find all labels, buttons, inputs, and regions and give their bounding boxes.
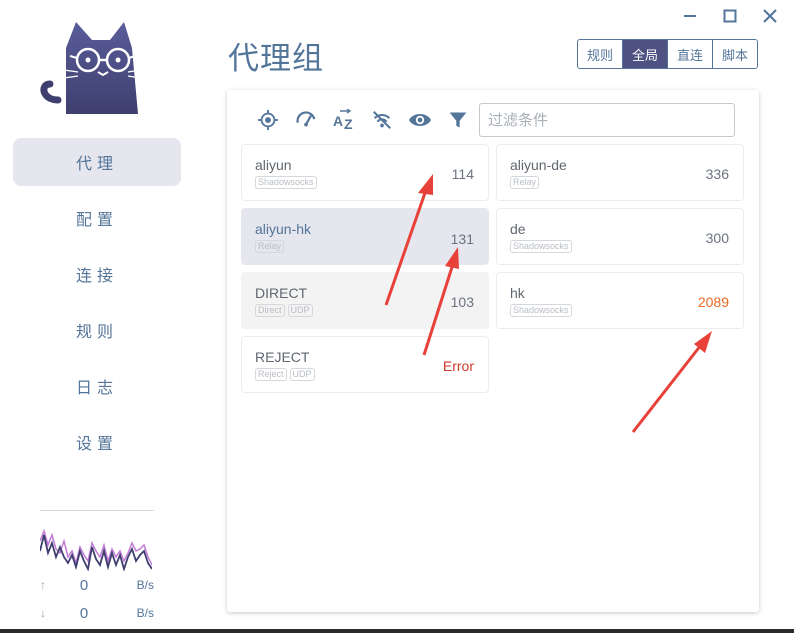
- cat-logo-icon: [40, 18, 144, 118]
- proxy-delay[interactable]: 2089: [698, 294, 729, 310]
- close-icon[interactable]: [760, 6, 780, 26]
- hide-unavailable-icon[interactable]: [363, 102, 401, 138]
- proxy-name: aliyun-hk: [255, 221, 312, 237]
- proxy-name: aliyun: [255, 157, 292, 173]
- minimize-icon[interactable]: [680, 6, 700, 26]
- filter-input[interactable]: [479, 103, 735, 137]
- mode-rule-button[interactable]: 规则: [578, 40, 624, 68]
- proxy-type-tag: Shadowsocks: [255, 176, 317, 189]
- maximize-icon[interactable]: [720, 6, 740, 26]
- proxy-type-tag: Relay: [255, 240, 285, 253]
- arrow-up-icon: ↑: [40, 578, 46, 592]
- udp-tag: UDP: [289, 368, 315, 381]
- traffic-graph: [40, 528, 152, 571]
- speed-test-icon[interactable]: [287, 102, 325, 138]
- proxy-item-reject[interactable]: REJECT Reject UDP Error: [241, 336, 489, 393]
- download-speed: ↓ 0 B/s: [40, 599, 154, 627]
- mode-direct-button[interactable]: 直连: [668, 40, 714, 68]
- mode-script-button[interactable]: 脚本: [713, 40, 758, 68]
- proxy-type-tag: Direct: [255, 304, 285, 317]
- proxy-delay[interactable]: 300: [706, 230, 729, 246]
- proxy-delay[interactable]: 131: [451, 231, 474, 247]
- window-controls: [680, 6, 780, 26]
- download-value: 0: [79, 604, 89, 622]
- sidebar-item-logs[interactable]: 日志: [13, 362, 181, 410]
- proxy-tags: Relay: [255, 240, 475, 253]
- proxy-tags: Direct UDP: [255, 304, 475, 317]
- page-title: 代理组: [228, 41, 324, 76]
- proxy-type-tag: Shadowsocks: [510, 304, 572, 317]
- udp-tag: UDP: [287, 304, 313, 317]
- upload-value: 0: [79, 576, 89, 594]
- traffic-panel: ↑ 0 B/s ↓ 0 B/s: [40, 510, 154, 627]
- proxy-group-card: AZ aliyun Shadowsocks 114 aliyun-de Rela…: [227, 90, 759, 612]
- proxy-item-direct[interactable]: DIRECT Direct UDP 103: [241, 272, 489, 329]
- proxy-tags: Relay: [510, 176, 730, 189]
- sort-az-icon[interactable]: AZ: [325, 102, 363, 138]
- proxy-item-aliyun-hk[interactable]: aliyun-hk Relay 131: [241, 208, 489, 265]
- download-unit: B/s: [136, 606, 154, 620]
- sidebar-item-profiles[interactable]: 配置: [13, 194, 181, 242]
- proxy-type-tag: Relay: [510, 176, 540, 189]
- proxy-name: DIRECT: [255, 285, 308, 301]
- upload-unit: B/s: [136, 578, 154, 592]
- proxy-grid: aliyun Shadowsocks 114 aliyun-de Relay 3…: [241, 144, 745, 393]
- proxy-delay[interactable]: 103: [451, 294, 474, 310]
- proxy-tags: Shadowsocks: [255, 176, 475, 189]
- sidebar-item-rules[interactable]: 规则: [13, 306, 181, 354]
- proxy-name: de: [510, 221, 526, 237]
- proxy-delay[interactable]: 336: [706, 166, 729, 182]
- proxy-name: aliyun-de: [510, 157, 567, 173]
- proxy-tags: Shadowsocks: [510, 240, 730, 253]
- proxy-item-hk[interactable]: hk Shadowsocks 2089: [496, 272, 744, 329]
- upload-speed: ↑ 0 B/s: [40, 571, 154, 599]
- locate-icon[interactable]: [249, 102, 287, 138]
- sidebar: 代理 配置 连接 规则 日志 设置 ↑ 0 B/s ↓ 0 B/s: [0, 0, 196, 633]
- svg-text:Z: Z: [344, 116, 353, 131]
- eye-icon[interactable]: [401, 102, 439, 138]
- filter-icon[interactable]: [439, 102, 477, 138]
- sidebar-item-proxies[interactable]: 代理: [13, 138, 181, 186]
- toolbar: AZ: [249, 102, 477, 138]
- svg-text:A: A: [333, 113, 343, 129]
- mode-global-button[interactable]: 全局: [623, 40, 669, 68]
- proxy-item-de[interactable]: de Shadowsocks 300: [496, 208, 744, 265]
- sidebar-item-connections[interactable]: 连接: [13, 250, 181, 298]
- proxy-delay[interactable]: 114: [452, 166, 474, 182]
- proxy-item-aliyun[interactable]: aliyun Shadowsocks 114: [241, 144, 489, 201]
- bottom-edge: [0, 629, 794, 633]
- proxy-delay[interactable]: Error: [443, 358, 474, 374]
- sidebar-item-settings[interactable]: 设置: [13, 418, 181, 466]
- divider: [40, 510, 154, 511]
- proxy-type-tag: Reject: [255, 368, 287, 381]
- arrow-down-icon: ↓: [40, 606, 46, 620]
- proxy-type-tag: Shadowsocks: [510, 240, 572, 253]
- sidebar-nav: 代理 配置 连接 规则 日志 设置: [13, 138, 181, 474]
- mode-switch: 规则 全局 直连 脚本: [577, 39, 759, 69]
- proxy-item-aliyun-de[interactable]: aliyun-de Relay 336: [496, 144, 744, 201]
